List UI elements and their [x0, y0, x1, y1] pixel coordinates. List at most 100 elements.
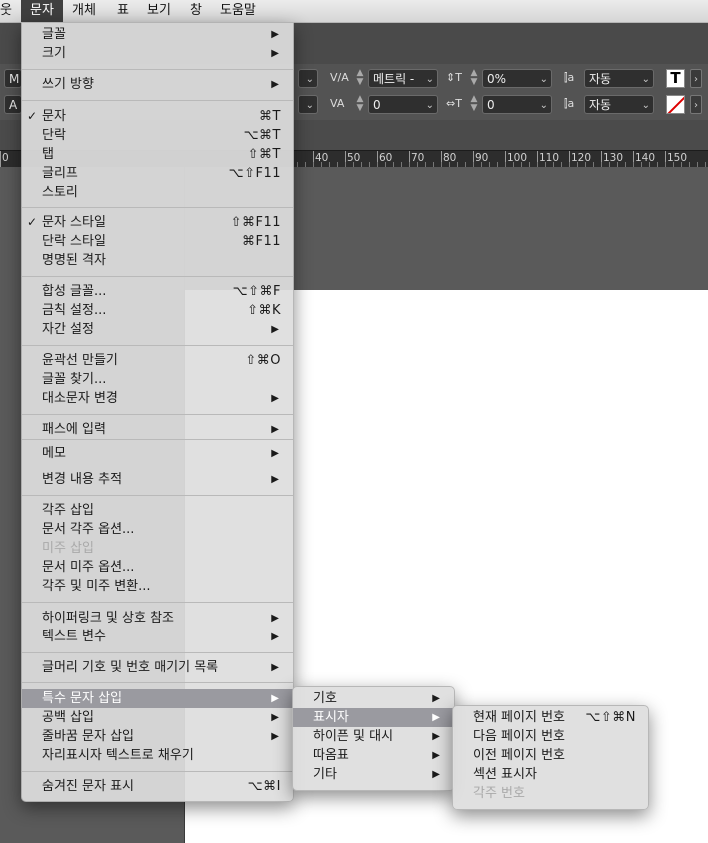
type-menu-item[interactable]: 각주 삽입 — [22, 501, 293, 520]
type-menu-item[interactable]: 윤곽선 만들기 ⇧⌘O — [22, 351, 293, 370]
type-menu-item[interactable]: 글꼴 ▶ — [22, 25, 293, 44]
tracking-stepper[interactable]: ▲ ▼ — [468, 69, 480, 88]
menu-separator — [22, 276, 293, 277]
vscale-field[interactable]: 자동 ⌄ — [584, 69, 654, 88]
type-menu-item[interactable]: 단락 ⌥⌘T — [22, 126, 293, 145]
type-menu-item[interactable]: 숨겨진 문자 표시 ⌥⌘I — [22, 777, 293, 796]
type-menu-item[interactable]: 명명된 격자 — [22, 251, 293, 270]
type-menu-item-label: 각주 및 미주 변환... — [42, 579, 151, 594]
marker-item[interactable]: 섹션 표시자 — [453, 765, 648, 784]
row2-more-button[interactable]: › — [690, 95, 702, 114]
menu-separator — [22, 207, 293, 208]
special-char-item[interactable]: 따옴표 ▶ — [293, 746, 454, 765]
type-menu-item-label: 명명된 격자 — [42, 253, 106, 268]
type-menu-item[interactable]: 공백 삽입 ▶ — [22, 708, 293, 727]
menu-separator — [22, 100, 293, 101]
kerning2-field[interactable]: 0 ⌄ — [368, 95, 438, 114]
type-menu-item[interactable]: 글리프 ⌥⇧F11 — [22, 164, 293, 183]
type-menu-item[interactable]: 각주 및 미주 변환... — [22, 577, 293, 596]
ruler-label: 0 — [2, 152, 9, 164]
type-menu-item[interactable]: 특수 문자 삽입 ▶ — [22, 689, 293, 708]
baseline-dropdown[interactable]: ⌄ — [298, 95, 318, 114]
kerning-icon: V/A — [330, 71, 349, 84]
type-menu-item[interactable]: 줄바꿈 문자 삽입 ▶ — [22, 727, 293, 746]
marker-item[interactable]: 현재 페이지 번호 ⌥⇧⌘N — [453, 708, 648, 727]
row1-more-button[interactable]: › — [690, 69, 702, 88]
ruler-label: 130 — [603, 152, 624, 164]
type-menu-item[interactable]: 단락 스타일 ⌘F11 — [22, 232, 293, 251]
type-menu-item[interactable]: ✓ 문자 스타일 ⇧⌘F11 — [22, 213, 293, 232]
kerning2-stepper[interactable]: ▲ ▼ — [354, 95, 366, 114]
type-menu-item[interactable]: 메모 ▶ — [22, 444, 293, 463]
type-menu-item-label: 문서 미주 옵션... — [42, 560, 135, 575]
type-menu-item-label: 단락 — [42, 128, 66, 143]
special-char-item[interactable]: 기호 ▶ — [293, 689, 454, 708]
hscale-value: 자동 — [589, 98, 612, 112]
style-field[interactable]: A — [4, 95, 22, 114]
marker-item-label: 섹션 표시자 — [473, 767, 537, 782]
type-menu-item-label: 문자 — [42, 109, 66, 124]
marker-item[interactable]: 다음 페이지 번호 — [453, 727, 648, 746]
marker-item-label: 현재 페이지 번호 — [473, 710, 565, 725]
hscale-field[interactable]: 자동 ⌄ — [584, 95, 654, 114]
checkmark-icon: ✓ — [27, 215, 38, 229]
ruler-label: 100 — [507, 152, 528, 164]
special-char-item[interactable]: 하이픈 및 대시 ▶ — [293, 727, 454, 746]
type-menu-item[interactable]: 쓰기 방향 ▶ — [22, 75, 293, 94]
menubar-item-type[interactable]: 문자 — [21, 0, 63, 22]
type-menu-item-label: 윤곽선 만들기 — [42, 353, 118, 368]
marker-item[interactable]: 이전 페이지 번호 — [453, 746, 648, 765]
vertical-scale-icon: ⇕T — [446, 71, 462, 84]
tracking2-stepper[interactable]: ▲ ▼ — [468, 95, 480, 114]
type-menu-item[interactable]: 문서 각주 옵션... — [22, 520, 293, 539]
type-menu-item[interactable]: 패스에 입력 ▶ — [22, 420, 293, 439]
menubar-item-view[interactable]: 보기 — [147, 0, 177, 22]
font-field[interactable]: M — [4, 69, 22, 88]
tracking-icon: VA — [330, 97, 345, 110]
special-char-item-label: 하이픈 및 대시 — [313, 729, 394, 744]
kerning-field[interactable]: 메트릭 - ⌄ — [368, 69, 438, 88]
shortcut-label: ⌥⇧⌘F — [232, 284, 281, 299]
type-menu-item[interactable]: 대소문자 변경 ▶ — [22, 389, 293, 408]
type-menu-item[interactable]: 자리표시자 텍스트로 채우기 — [22, 746, 293, 765]
type-menu-item[interactable]: 텍스트 변수 ▶ — [22, 627, 293, 646]
kerning2-value: 0 — [373, 98, 381, 112]
shortcut-label: ⌥⇧⌘N — [585, 710, 636, 725]
menubar-item-table[interactable]: 표 — [117, 0, 133, 22]
grid-align2-icon: ⫿a — [564, 97, 575, 110]
menu-separator — [22, 652, 293, 653]
tracking2-field[interactable]: 0 ⌄ — [482, 95, 552, 114]
type-menu-item[interactable]: 크기 ▶ — [22, 44, 293, 63]
special-char-item[interactable]: 표시자 ▶ — [293, 708, 454, 727]
menubar-item-help[interactable]: 도움말 — [220, 0, 264, 22]
tracking-field[interactable]: 0% ⌄ — [482, 69, 552, 88]
menubar-item-object[interactable]: 개체 — [72, 0, 102, 22]
type-menu-item[interactable]: ✓ 문자 ⌘T — [22, 107, 293, 126]
type-menu-item[interactable]: 자간 설정 ▶ — [22, 320, 293, 339]
type-menu-item-label: 금칙 설정... — [42, 303, 107, 318]
type-menu-item[interactable]: 글머리 기호 및 번호 매기기 목록 ▶ — [22, 658, 293, 677]
leading-dropdown[interactable]: ⌄ — [298, 69, 318, 88]
submenu-arrow-icon: ▶ — [271, 731, 279, 742]
type-menu-item[interactable]: 변경 내용 추적 ▶ — [22, 470, 293, 489]
type-menu-item[interactable]: 탭 ⇧⌘T — [22, 145, 293, 164]
no-stroke-swatch-icon[interactable] — [666, 95, 685, 114]
shortcut-label: ⌥⌘T — [243, 128, 281, 143]
text-color-swatch-icon[interactable]: T — [666, 69, 685, 88]
special-char-item-label: 표시자 — [313, 710, 349, 725]
type-menu-item-label: 글꼴 찾기... — [42, 372, 107, 387]
type-menu-item[interactable]: 스토리 — [22, 183, 293, 202]
type-menu-item[interactable]: 합성 글꼴... ⌥⇧⌘F — [22, 282, 293, 301]
menu-separator — [22, 69, 293, 70]
type-menu-item-label: 문자 스타일 — [42, 215, 106, 230]
kerning-stepper[interactable]: ▲ ▼ — [354, 69, 366, 88]
submenu-arrow-icon: ▶ — [271, 613, 279, 624]
type-menu-item[interactable]: 금칙 설정... ⇧⌘K — [22, 301, 293, 320]
type-menu-item[interactable]: 하이퍼링크 및 상호 참조 ▶ — [22, 609, 293, 628]
type-menu-item[interactable]: 문서 미주 옵션... — [22, 558, 293, 577]
special-char-item[interactable]: 기타 ▶ — [293, 765, 454, 784]
type-menu-item[interactable]: 글꼴 찾기... — [22, 370, 293, 389]
type-menu-item-label: 공백 삽입 — [42, 710, 94, 725]
menubar-item-window[interactable]: 창 — [190, 0, 206, 22]
menubar-item-type-partial[interactable]: 웃 — [0, 0, 18, 22]
